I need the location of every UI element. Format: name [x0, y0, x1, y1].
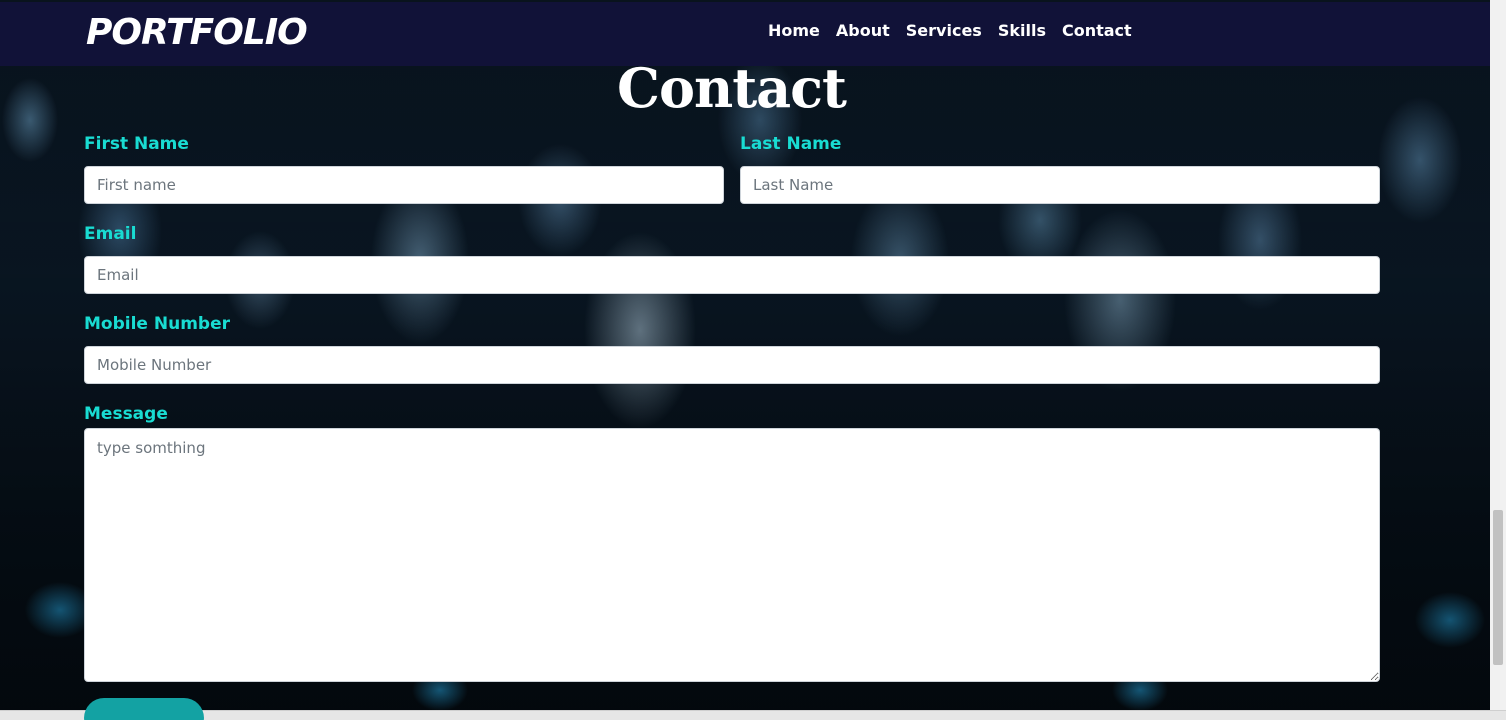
nav-link-contact[interactable]: Contact [1062, 21, 1132, 40]
email-label: Email [84, 224, 137, 244]
submit-button[interactable] [84, 698, 204, 720]
last-name-label: Last Name [740, 134, 842, 154]
nav-link-skills[interactable]: Skills [998, 21, 1046, 40]
first-name-label: First Name [84, 134, 189, 154]
bottom-strip [0, 710, 1506, 720]
mobile-number-label: Mobile Number [84, 314, 230, 334]
nav-link-about[interactable]: About [836, 21, 890, 40]
first-name-input[interactable] [84, 166, 724, 204]
nav-link-home[interactable]: Home [768, 21, 820, 40]
brand-logo[interactable]: PORTFOLIO [86, 12, 308, 53]
email-input[interactable] [84, 256, 1380, 294]
navbar: PORTFOLIO Home About Services Skills Con… [0, 2, 1490, 66]
nav-link-services[interactable]: Services [906, 21, 982, 40]
nav-links: Home About Services Skills Contact [768, 21, 1132, 40]
message-textarea[interactable] [84, 428, 1380, 682]
last-name-input[interactable] [740, 166, 1380, 204]
scrollbar-thumb[interactable] [1493, 510, 1503, 665]
message-label: Message [84, 404, 168, 424]
mobile-number-input[interactable] [84, 346, 1380, 384]
